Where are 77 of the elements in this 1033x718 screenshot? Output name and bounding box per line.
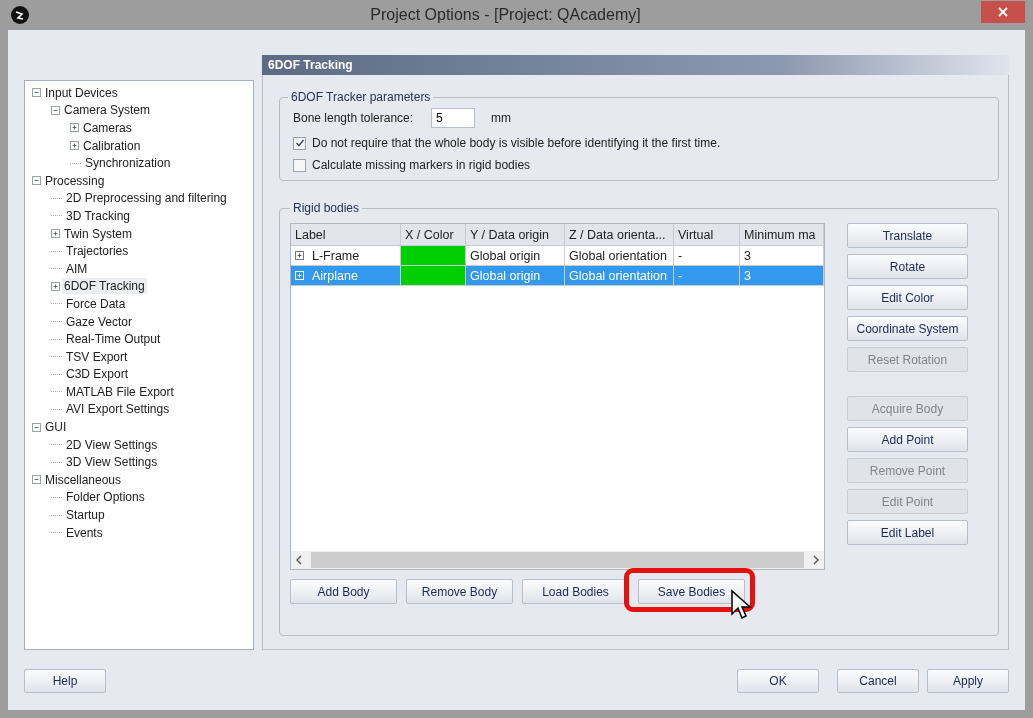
tree-item[interactable]: MATLAB File Export (64, 383, 176, 400)
tree-item[interactable]: Trajectories (64, 243, 131, 260)
table-cell: - (674, 266, 740, 286)
collapse-icon[interactable] (51, 105, 60, 115)
column-header[interactable]: Label (291, 224, 401, 246)
tree-item[interactable]: Camera System (62, 102, 153, 119)
action-button[interactable]: Coordinate System (847, 316, 968, 341)
close-icon[interactable] (998, 7, 1008, 17)
tree-item[interactable]: Gaze Vector (64, 313, 135, 330)
pointer-icon (730, 589, 754, 621)
expand-icon[interactable] (295, 251, 304, 260)
collapse-icon[interactable] (32, 422, 41, 432)
page-title: 6DOF Tracking (262, 55, 1009, 75)
bone-length-field[interactable]: 5 (431, 108, 476, 128)
table-cell: Global orientation (565, 266, 674, 286)
column-header[interactable]: Y / Data origin (466, 224, 565, 246)
action-button[interactable]: Save Bodies (638, 579, 745, 604)
tree-item[interactable]: AIM (64, 260, 90, 277)
tree-item[interactable]: Processing (43, 172, 107, 189)
column-header[interactable]: Virtual (674, 224, 740, 246)
checkbox-label: Do not require that the whole body is visible before identifying it the first time. (312, 136, 721, 150)
table-cell: L-Frame (312, 248, 360, 263)
help-button[interactable]: Help (24, 669, 106, 693)
tree-item[interactable]: 6DOF Tracking (62, 278, 147, 295)
tree-item[interactable]: AVI Export Settings (64, 401, 172, 418)
app-logo-icon (10, 5, 30, 25)
group-title: Rigid bodies (292, 201, 361, 215)
expand-icon[interactable] (51, 281, 60, 291)
table-cell: 3 (740, 266, 824, 286)
close-button[interactable] (981, 1, 1025, 23)
action-button[interactable]: Add Point (847, 427, 968, 452)
tree-item[interactable]: Calibration (81, 137, 143, 154)
tree-item[interactable]: 2D Preprocessing and filtering (64, 190, 229, 207)
tree-item[interactable]: Startup (64, 507, 107, 524)
expand-icon[interactable] (51, 229, 60, 239)
dialog-button[interactable]: OK (737, 669, 819, 693)
action-button[interactable]: Add Body (290, 579, 397, 604)
collapse-icon[interactable] (32, 88, 41, 98)
table-cell: Global origin (466, 266, 565, 286)
checkbox[interactable] (293, 158, 306, 172)
tree-item[interactable]: Folder Options (64, 489, 147, 506)
action-button[interactable]: Translate (847, 223, 968, 248)
table-cell: Airplane (312, 268, 358, 283)
tree-item[interactable]: Cameras (81, 120, 134, 136)
expand-icon[interactable] (70, 141, 79, 151)
checkbox[interactable] (293, 136, 306, 150)
dialog-button[interactable]: Cancel (837, 669, 919, 693)
tree-item[interactable]: 2D View Settings (64, 436, 160, 453)
tree-item[interactable]: Force Data (64, 295, 128, 312)
dialog-button[interactable]: Apply (927, 669, 1009, 693)
collapse-icon[interactable] (32, 176, 41, 186)
group-title: 6DOF Tracker parameters (290, 90, 432, 104)
tree-item[interactable]: Real-Time Output (64, 331, 163, 348)
column-header[interactable]: X / Color (401, 224, 466, 246)
action-button[interactable]: Edit Color (847, 285, 968, 310)
tree-item[interactable]: Synchronization (83, 155, 173, 172)
tree-item[interactable]: Input Devices (43, 84, 120, 101)
tree-item[interactable]: Twin System (62, 225, 134, 242)
action-button[interactable]: Remove Body (406, 579, 513, 604)
tree-item[interactable]: 3D Tracking (64, 207, 133, 224)
tree-item[interactable]: TSV Export (64, 348, 130, 365)
tree-item[interactable]: Events (64, 524, 105, 541)
action-button[interactable]: Edit Label (847, 520, 968, 545)
window-title: Project Options - [Project: QAcademy] (369, 6, 642, 24)
tree-item[interactable]: C3D Export (64, 366, 131, 383)
column-header[interactable]: Z / Data orienta... (565, 224, 674, 246)
tree-item[interactable]: GUI (43, 419, 69, 436)
horizontal-scrollbar[interactable] (291, 551, 824, 569)
collapse-icon[interactable] (32, 475, 41, 485)
tree-item[interactable]: Miscellaneous (43, 471, 124, 488)
unit-label: mm (491, 111, 512, 125)
column-header[interactable]: Minimum ma (740, 224, 824, 246)
field-label: Bone length tolerance: (293, 111, 414, 125)
expand-icon[interactable] (70, 123, 79, 133)
checkbox-label: Calculate missing markers in rigid bodies (312, 158, 531, 172)
action-button[interactable]: Rotate (847, 254, 968, 279)
tree-item[interactable]: 3D View Settings (64, 454, 160, 471)
